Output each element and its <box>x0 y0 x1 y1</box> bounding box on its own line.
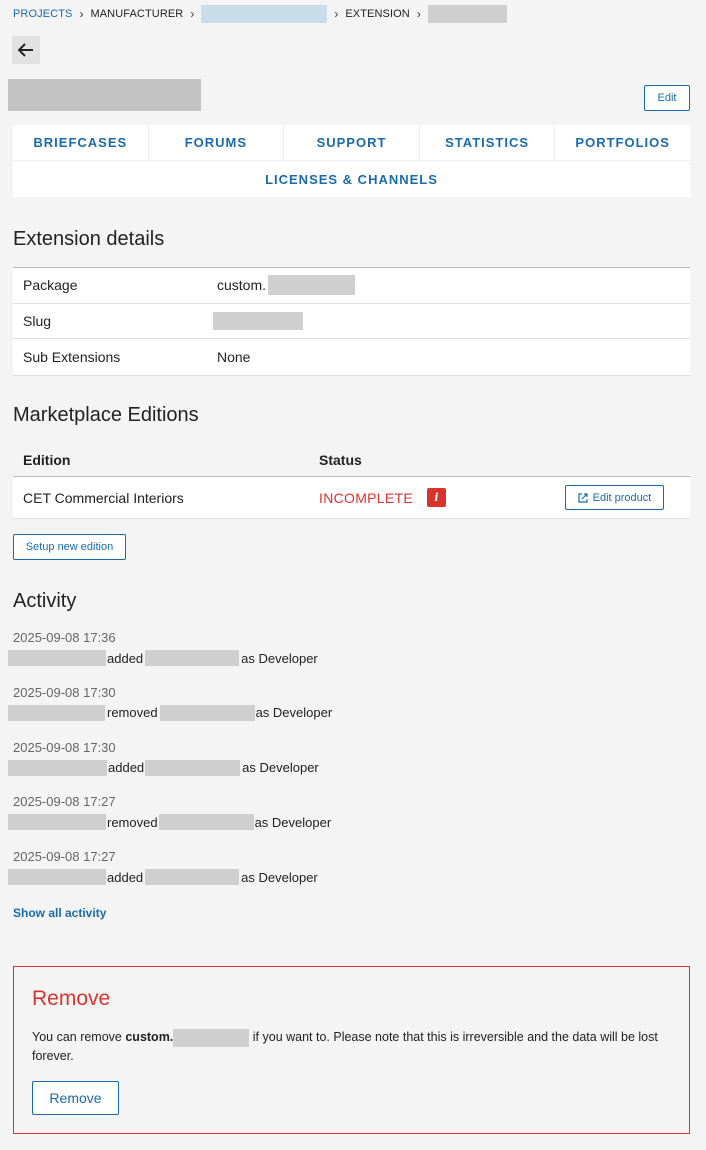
activity-verb: removed <box>107 814 158 830</box>
activity-actor-redacted <box>8 814 106 831</box>
activity-line: added as Developer <box>8 759 688 777</box>
tab-bar: Briefcases Forums Support Statistics Por… <box>13 125 690 197</box>
breadcrumb-extension[interactable]: Extension <box>345 8 409 20</box>
activity-line: added as Developer <box>8 649 688 667</box>
editions-table: Edition Status CET Commercial Interiors … <box>13 443 690 519</box>
setup-new-edition-button[interactable]: Setup new edition <box>13 534 126 560</box>
breadcrumb: Projects › Manufacturer › › Extension › <box>13 5 507 23</box>
external-edit-icon <box>578 492 588 503</box>
activity-verb: added <box>107 650 144 666</box>
activity-time: 2025-09-08 17:36 <box>13 630 116 645</box>
remove-heading: Remove <box>32 987 111 1010</box>
remove-description: You can remove custom. if you want to. P… <box>32 1028 672 1066</box>
table-row: CET Commercial Interiors INCOMPLETE i Ed… <box>13 477 690 519</box>
edit-product-label: Edit product <box>592 491 652 504</box>
sub-extensions-value: None <box>217 348 251 365</box>
activity-target-redacted <box>158 814 254 831</box>
show-all-activity-link[interactable]: Show all activity <box>13 906 106 920</box>
table-row: Package custom. <box>13 268 690 304</box>
edit-product-button[interactable]: Edit product <box>565 485 664 510</box>
activity-line: removed as Developer <box>8 704 688 722</box>
extension-title-redacted <box>8 79 201 111</box>
edition-actions-cell: Edit product <box>565 485 690 510</box>
chevron-right-icon: › <box>190 7 195 21</box>
sub-extensions-label: Sub Extensions <box>23 348 121 365</box>
activity-actor-redacted <box>8 704 105 721</box>
activity-verb: added <box>107 869 144 885</box>
list-item: 2025-09-08 17:27 added as Developer <box>8 849 688 904</box>
table-row: Slug <box>13 304 690 339</box>
breadcrumb-redacted-extension[interactable] <box>427 5 507 23</box>
col-status-header: Status <box>319 451 362 468</box>
edit-button[interactable]: Edit <box>644 85 690 111</box>
breadcrumb-manufacturer[interactable]: Manufacturer <box>90 8 183 20</box>
tab-support[interactable]: Support <box>284 125 420 160</box>
slug-label: Slug <box>23 312 52 329</box>
extension-details-table: Package custom. Slug Sub Extensions None <box>13 267 690 376</box>
package-redacted <box>268 275 356 296</box>
activity-time: 2025-09-08 17:30 <box>13 739 116 755</box>
chevron-right-icon: › <box>334 7 339 21</box>
activity-verb: added <box>108 760 145 776</box>
table-row: Sub Extensions None <box>13 339 690 375</box>
back-button[interactable] <box>12 36 40 64</box>
package-value: custom. <box>217 277 267 294</box>
activity-time: 2025-09-08 17:30 <box>13 684 116 700</box>
chevron-right-icon: › <box>416 7 421 21</box>
package-label: Package <box>23 277 78 294</box>
activity-target-redacted <box>145 650 240 666</box>
activity-line: removed as Developer <box>8 813 688 831</box>
remove-text-before: You can remove <box>32 1030 126 1044</box>
remove-package-bold: custom. <box>125 1030 174 1044</box>
tab-briefcases[interactable]: Briefcases <box>13 125 149 160</box>
tab-portfolios[interactable]: Portfolios <box>555 125 690 160</box>
remove-panel: Remove You can remove custom. if you wan… <box>13 966 690 1134</box>
activity-role: as Developer <box>255 705 333 721</box>
activity-role: as Developer <box>241 650 318 666</box>
activity-role: as Developer <box>254 814 332 830</box>
slug-redacted <box>213 311 303 330</box>
activity-time: 2025-09-08 17:27 <box>13 794 116 810</box>
activity-actor-redacted <box>8 650 106 666</box>
edition-status-cell: INCOMPLETE i <box>319 488 565 507</box>
activity-time: 2025-09-08 17:27 <box>13 849 116 865</box>
activity-line: added as Developer <box>8 868 688 886</box>
list-item: 2025-09-08 17:27 removed as Developer <box>8 794 688 849</box>
edition-name: CET Commercial Interiors <box>23 489 184 506</box>
breadcrumb-projects[interactable]: Projects <box>13 8 72 20</box>
remove-button[interactable]: Remove <box>32 1081 119 1115</box>
info-icon[interactable]: i <box>427 488 447 507</box>
list-item: 2025-09-08 17:30 added as Developer <box>8 740 688 795</box>
marketplace-editions-heading: Marketplace Editions <box>13 404 199 426</box>
breadcrumb-redacted-name[interactable] <box>201 5 328 23</box>
activity-role: as Developer <box>242 760 319 776</box>
package-value-cell: custom. <box>217 275 690 296</box>
table-header: Edition Status <box>13 443 690 477</box>
slug-value-cell <box>213 311 690 330</box>
activity-list: 2025-09-08 17:36 added as Developer 2025… <box>8 630 688 904</box>
activity-role: as Developer <box>241 869 318 885</box>
tab-statistics[interactable]: Statistics <box>420 125 556 160</box>
tab-licenses-channels[interactable]: Licenses & Channels <box>265 172 438 187</box>
col-edition-header: Edition <box>23 451 71 468</box>
tab-forums[interactable]: Forums <box>149 125 285 160</box>
activity-actor-redacted <box>8 869 106 886</box>
status-badge: INCOMPLETE <box>319 489 414 506</box>
list-item: 2025-09-08 17:30 removed as Developer <box>8 685 688 740</box>
activity-target-redacted <box>145 759 241 776</box>
arrow-left-icon <box>18 43 33 57</box>
activity-heading: Activity <box>13 590 77 612</box>
activity-actor-redacted <box>8 759 107 776</box>
activity-target-redacted <box>145 869 240 886</box>
extension-details-heading: Extension details <box>13 228 165 250</box>
chevron-right-icon: › <box>79 7 84 21</box>
remove-package-redacted <box>173 1028 250 1047</box>
activity-target-redacted <box>159 704 255 721</box>
activity-verb: removed <box>107 705 158 721</box>
list-item: 2025-09-08 17:36 added as Developer <box>8 630 688 685</box>
